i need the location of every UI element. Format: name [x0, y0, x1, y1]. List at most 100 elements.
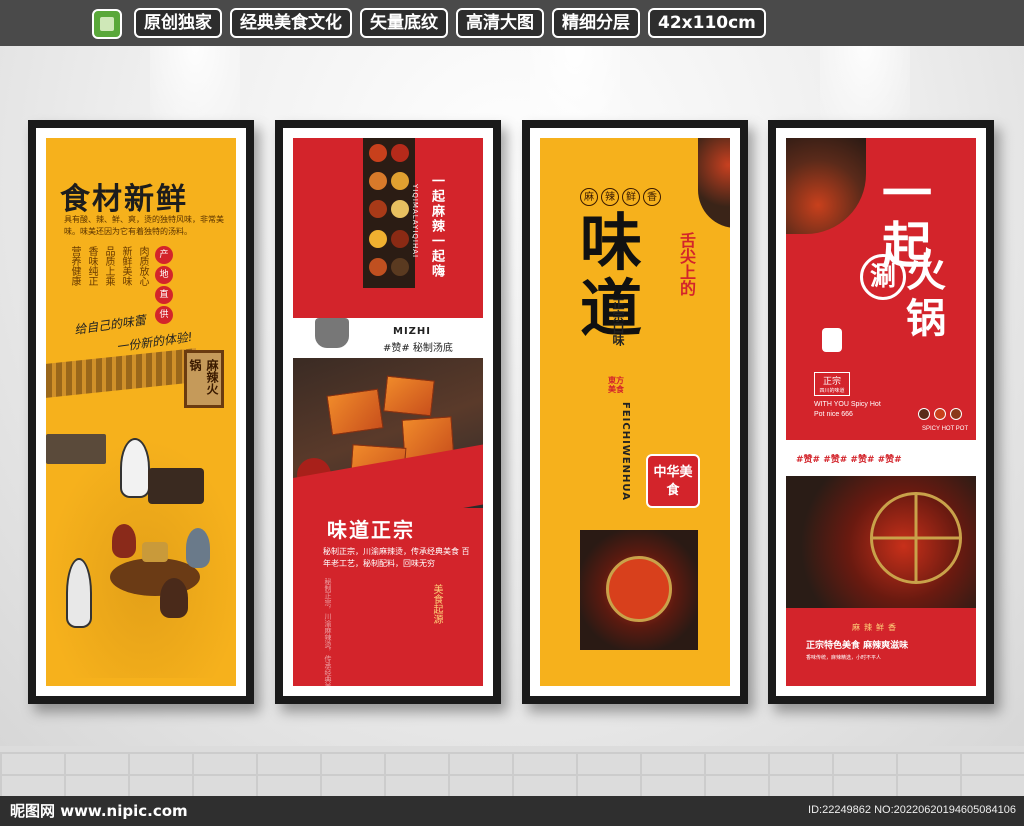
vertical-title: 一起麻辣一起嗨	[429, 174, 444, 279]
tag-size: 42x110cm	[648, 8, 766, 38]
authentic-label: 正宗口味	[611, 298, 625, 346]
tag-layered: 精细分层	[552, 8, 640, 38]
spice-bowl	[369, 200, 387, 218]
spice-bowl	[369, 258, 387, 276]
mortar-icon	[315, 318, 349, 348]
seal-badge: 直	[155, 286, 173, 304]
spice-bowl	[369, 230, 387, 248]
poster-mat: 麻 辣 鲜 香 味道 舌尖上的 正宗口味 東方美食 FEICHIWENHUA 中…	[530, 128, 740, 696]
poster-frame-1: 食材新鲜 具有酸、辣、鲜、爽，烫的独特风味，非常美味。味美还因为它有着独特的汤料…	[28, 120, 254, 704]
feature-column: 香味纯正	[86, 246, 97, 286]
sauce-dish	[934, 408, 946, 420]
vertical-pinyin: YIQIMALAYIQIHAI	[411, 184, 419, 259]
spice-bowl	[391, 230, 409, 248]
feature-column: 品质上乘	[103, 246, 114, 286]
poster-heading: 味道正宗	[327, 518, 415, 542]
spice-bowls-photo	[363, 138, 415, 288]
waiter-figure	[66, 558, 92, 628]
spice-bowl	[369, 144, 387, 162]
pinyin-label: FEICHIWENHUA	[620, 402, 631, 501]
poster-frame-4: 一起 涮 火锅 正宗 四川的味道 WITH YOU Spicy Hot Pot …	[768, 120, 994, 704]
sauce-dish	[918, 408, 930, 420]
tag-list: 原创独家 经典美食文化 矢量底纹 高清大图 精细分层 42x110cm	[134, 8, 766, 38]
hotpot-photo-corner	[786, 138, 866, 234]
hotpot-pan	[870, 492, 962, 584]
poster-description: 秘制正宗，川渝麻辣烫，传承经典美食 百年老工艺，秘制配料，回味无穷	[323, 547, 470, 568]
poster-mat: 一起麻辣一起嗨 YIQIMALAYIQIHAI MIZHI #赞# 秘制汤底 味…	[283, 128, 493, 696]
sauce-dish	[950, 408, 962, 420]
like-tags: #赞# #赞# #赞# #赞#	[796, 455, 902, 465]
spice-bowl	[391, 172, 409, 190]
authentic-stamp: 正宗 四川的味道	[814, 372, 850, 396]
diner-figure	[186, 528, 210, 568]
diner-figure	[160, 578, 188, 618]
stamp-subtext: 四川的味道	[819, 388, 845, 394]
stamp-text: 正宗	[822, 377, 841, 387]
spice-bowl	[369, 172, 387, 190]
watermark-footer: 昵图网 www.nipic.com ID:22249862 NO:2022062…	[0, 796, 1024, 826]
hotpot-pan	[606, 556, 672, 622]
brand-label: MIZHI	[393, 326, 432, 337]
seal-badge: 供	[155, 306, 173, 324]
sign-text: 麻辣火锅	[188, 359, 219, 395]
flavor-pill: 香	[643, 188, 661, 206]
body-text-columns: 秘制正宗，川渝麻辣烫，传承经典美食 百年老工艺，秘制配料，回味无穷	[323, 578, 332, 686]
poster-description: 具有酸、辣、鲜、爽，烫的独特风味，非常美味。味美还因为它有着独特的汤料。	[64, 215, 224, 236]
english-label: SPICY HOT POT	[922, 426, 969, 432]
hotpot-illustration	[142, 542, 168, 562]
top-bar: 原创独家 经典美食文化 矢量底纹 高清大图 精细分层 42x110cm	[0, 0, 1024, 46]
tofu-piece	[326, 388, 384, 436]
china-food-seal: 中华美食	[646, 454, 700, 508]
flavor-pill: 辣	[601, 188, 619, 206]
flavor-pill: 鲜	[622, 188, 640, 206]
spice-bowl	[391, 200, 409, 218]
poster-taste-tip: 麻 辣 鲜 香 味道 舌尖上的 正宗口味 東方美食 FEICHIWENHUA 中…	[540, 138, 730, 686]
tofu-piece	[383, 375, 435, 417]
sauce-dishes	[918, 408, 966, 422]
poster-slogan: 正宗特色美食 麻辣爽滋味	[806, 641, 909, 651]
stove-illustration	[148, 468, 204, 504]
tag-culture: 经典美食文化	[230, 8, 352, 38]
poster-fineprint: 香味传统，麻辣精选，小时不平人	[806, 655, 882, 661]
well-illustration	[46, 434, 106, 464]
secret-broth-label: #赞# 秘制汤底	[383, 343, 453, 354]
tag-vector: 矢量底纹	[360, 8, 448, 38]
seal-stack: 产 地 直 供	[155, 246, 173, 324]
thumbs-up-icon	[822, 328, 842, 352]
brick-pattern	[0, 752, 1024, 796]
feature-column: 营养健康	[69, 246, 80, 286]
flavor-pill: 麻	[580, 188, 598, 206]
feature-columns: 营养健康 香味纯正 品质上乘 新鲜美味 肉质放心 产 地 直 供	[68, 246, 173, 324]
english-tagline: WITH YOU Spicy Hot Pot nice 666	[814, 401, 881, 418]
text-column: 秘制正宗，川渝麻辣烫，传承经典美食 百年老工艺，秘制配料，回味无穷	[323, 578, 332, 686]
poster-mat: 一起 涮 火锅 正宗 四川的味道 WITH YOU Spicy Hot Pot …	[776, 128, 986, 696]
poster-frame-3: 麻 辣 鲜 香 味道 舌尖上的 正宗口味 東方美食 FEICHIWENHUA 中…	[522, 120, 748, 704]
circled-character: 涮	[860, 254, 906, 300]
oriental-badge: 東方美食	[608, 376, 624, 394]
spice-bowl	[391, 258, 409, 276]
seal-badge: 产	[155, 246, 173, 264]
roof-illustration	[46, 348, 196, 398]
seal-badge: 地	[155, 266, 173, 284]
red-subtitle: 舌尖上的	[677, 232, 696, 296]
poster-frame-2: 一起麻辣一起嗨 YIQIMALAYIQIHAI MIZHI #赞# 秘制汤底 味…	[275, 120, 501, 704]
poster-mat: 食材新鲜 具有酸、辣、鲜、爽，烫的独特风味，非常美味。味美还因为它有着独特的汤料…	[36, 128, 246, 696]
calligraphy-subtitle: 火锅	[906, 249, 946, 342]
flavor-tags: 麻辣鲜香	[852, 623, 900, 632]
image-icon	[92, 9, 122, 39]
spice-bowl	[391, 144, 409, 162]
image-id: ID:22249862 NO:20220620194605084106	[808, 804, 1016, 816]
flavor-pills: 麻 辣 鲜 香	[580, 188, 661, 206]
hotpot-photo-corner	[698, 138, 730, 228]
diner-figure	[112, 524, 136, 558]
hotpot-sign: 麻辣火锅	[184, 350, 224, 408]
poster-title: 食材新鲜	[60, 182, 188, 217]
hotpot-photo	[580, 530, 698, 650]
poster-hotpot-together: 一起 涮 火锅 正宗 四川的味道 WITH YOU Spicy Hot Pot …	[786, 138, 976, 686]
tag-original: 原创独家	[134, 8, 222, 38]
poster-authentic-taste: 一起麻辣一起嗨 YIQIMALAYIQIHAI MIZHI #赞# 秘制汤底 味…	[293, 138, 483, 686]
chef-figure	[120, 438, 150, 498]
poster-fresh-ingredients: 食材新鲜 具有酸、辣、鲜、爽，烫的独特风味，非常美味。味美还因为它有着独特的汤料…	[46, 138, 236, 686]
site-watermark: 昵图网 www.nipic.com	[10, 802, 188, 820]
vertical-side-label: 美食起源	[431, 584, 442, 624]
